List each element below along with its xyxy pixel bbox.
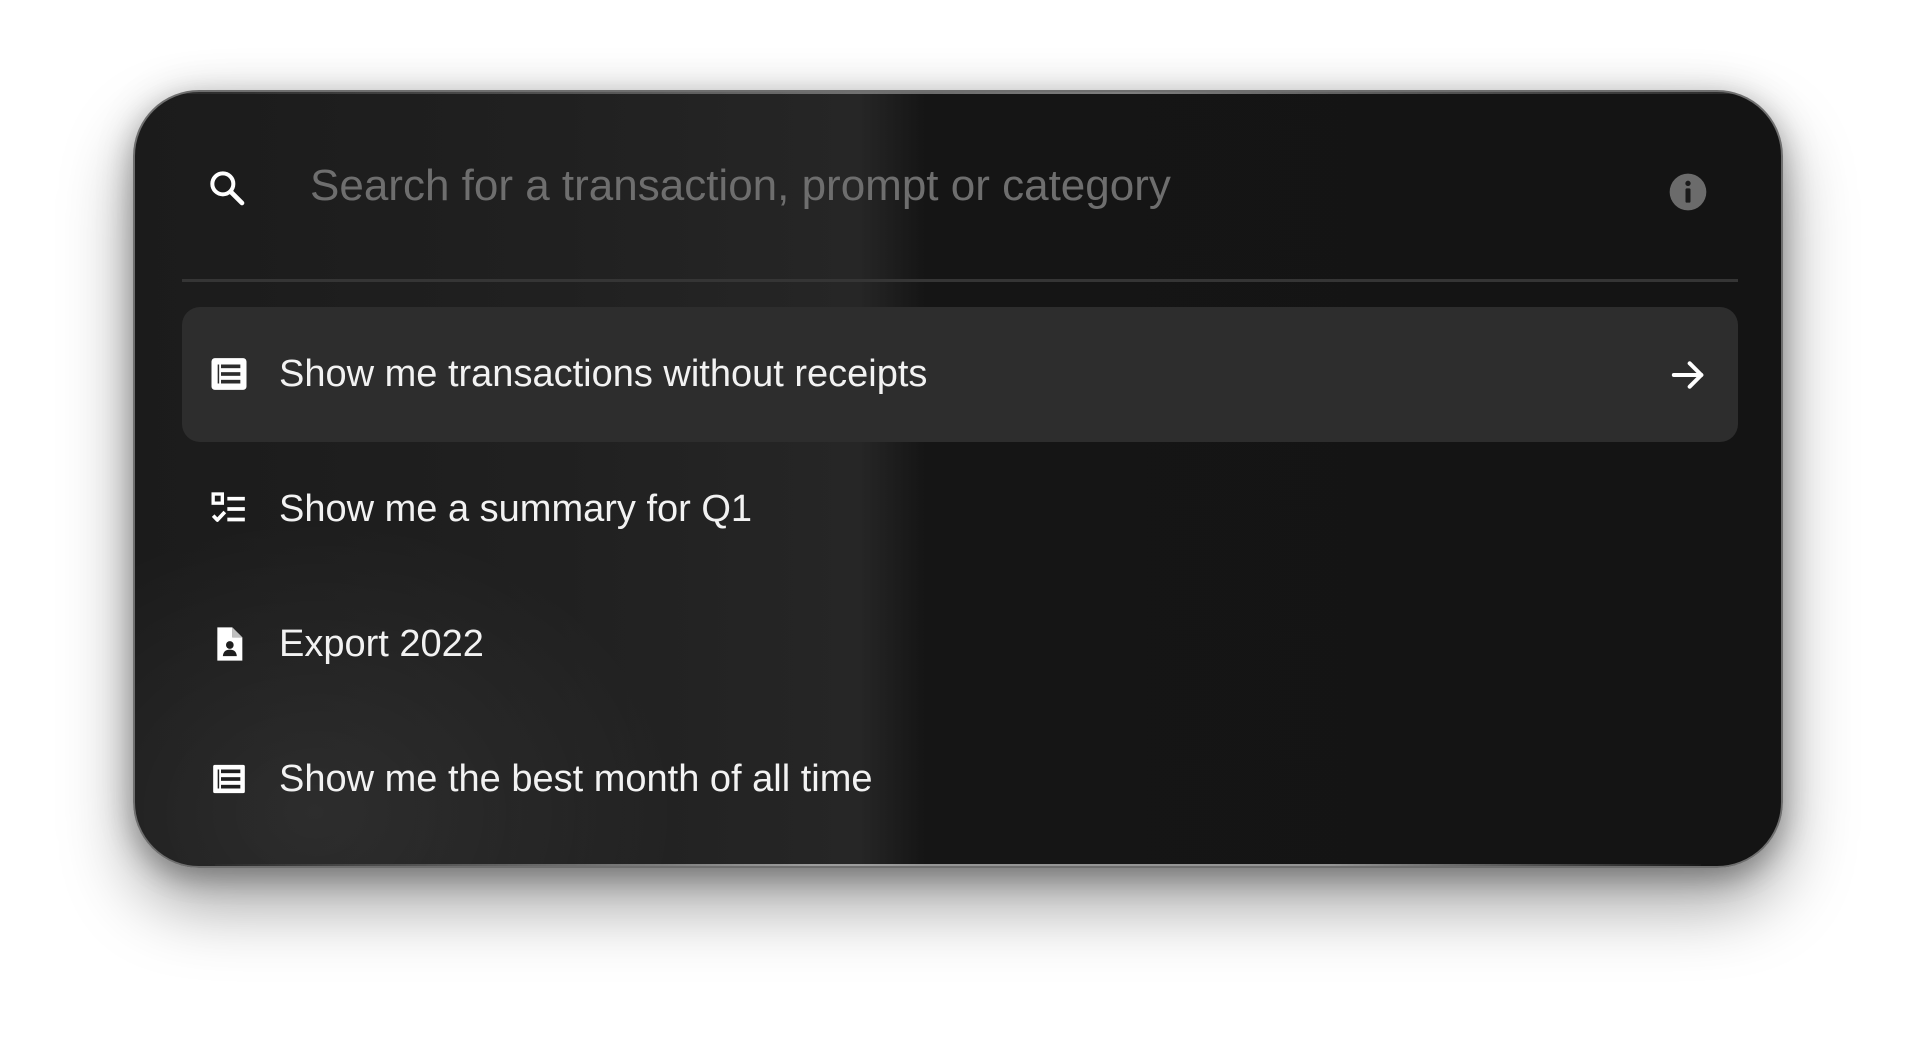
suggestion-item-summary-q1[interactable]: Show me a summary for Q1 <box>182 442 1738 577</box>
command-palette: Show me transactions without receipts Sh… <box>133 90 1783 868</box>
suggestion-label: Show me a summary for Q1 <box>279 488 753 530</box>
contact-file-icon <box>217 627 243 661</box>
arrow-right-icon[interactable] <box>1668 355 1708 395</box>
suggestion-item-transactions-without-receipts[interactable]: Show me transactions without receipts <box>182 307 1738 442</box>
table-list-icon <box>213 764 245 794</box>
suggestion-item-best-month[interactable]: Show me the best month of all time <box>182 712 1738 847</box>
checklist-icon <box>211 492 245 522</box>
suggestion-label: Export 2022 <box>279 623 484 665</box>
search-bar <box>135 92 1781 282</box>
table-list-icon <box>211 358 247 390</box>
search-icon <box>210 171 245 206</box>
info-icon[interactable] <box>1668 172 1708 212</box>
search-divider <box>182 279 1738 282</box>
suggestion-label: Show me the best month of all time <box>279 758 873 800</box>
suggestion-item-export-2022[interactable]: Export 2022 <box>182 577 1738 712</box>
screen: Show me transactions without receipts Sh… <box>0 0 1914 1044</box>
suggestion-label: Show me transactions without receipts <box>279 353 928 395</box>
suggestion-list: Show me transactions without receipts Sh… <box>182 307 1738 847</box>
search-input[interactable] <box>310 154 1560 218</box>
